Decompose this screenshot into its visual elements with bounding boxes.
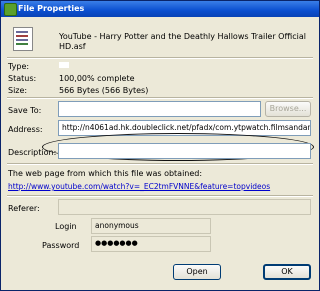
save-to-field[interactable] [58,101,261,117]
browse-button[interactable]: Browse... [265,101,311,117]
address-label: Address: [8,125,43,134]
title-bar[interactable]: File Properties [1,1,319,17]
dialog-content: YouTube - Harry Potter and the Deathly H… [1,17,319,290]
login-field[interactable]: anonymous [91,218,211,234]
password-field[interactable]: ●●●●●●● [91,236,211,252]
referer-label: Referer: [8,204,40,213]
login-label: Login [55,222,77,231]
size-value: 566 Bytes (566 Bytes) [59,86,149,95]
referer-field[interactable] [58,199,311,215]
open-button[interactable]: Open [173,264,221,280]
video-file-icon [13,27,33,51]
description-label: Description: [8,148,57,157]
description-field[interactable] [58,143,311,159]
file-name: YouTube - Harry Potter and the Deathly H… [59,32,306,51]
password-label: Password [42,241,80,250]
divider [7,97,313,99]
divider [7,163,313,165]
address-field[interactable]: http://n4061ad.hk.doubleclick.net/pfadx/… [58,120,311,136]
type-value [59,62,69,68]
window-title: File Properties [18,4,85,13]
ok-button[interactable]: OK [263,264,311,280]
status-value: 100,00% complete [59,74,135,83]
size-label: Size: [8,86,28,95]
divider [7,195,313,197]
source-url-link[interactable]: http://www.youtube.com/watch?v=_EC2tmFVN… [8,182,270,192]
source-heading: The web page from which this file was ob… [8,169,203,178]
divider [7,57,313,59]
save-to-label: Save To: [8,106,42,115]
properties-icon [4,3,17,16]
type-label: Type: [8,62,30,71]
status-label: Status: [8,74,37,83]
file-properties-window: File Properties YouTube - Harry Potter a… [0,0,320,291]
